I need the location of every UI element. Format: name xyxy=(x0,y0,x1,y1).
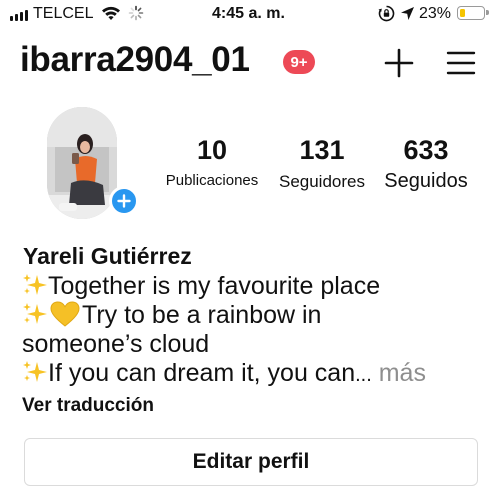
battery-percentage: 23% xyxy=(419,5,452,22)
status-time: 4:45 a. m. xyxy=(212,5,285,22)
wifi-icon xyxy=(102,6,120,20)
yellow-heart-icon xyxy=(50,301,80,327)
carrier-name: TELCEL xyxy=(33,5,94,22)
posts-label: Publicaciones xyxy=(165,172,259,189)
see-translation-link[interactable]: Ver traducción xyxy=(22,395,154,417)
profile-avatar[interactable] xyxy=(47,107,117,219)
bio-text: Together is my favourite place xyxy=(48,272,381,300)
following-count: 633 xyxy=(403,135,449,165)
profile-screen: TELCEL 4:45 a. m. 23% ibarra2904_01 9+ 1… xyxy=(0,0,500,500)
location-arrow-icon xyxy=(401,7,414,20)
activity-spinner-icon xyxy=(128,5,144,21)
bio-line: someone’s cloud xyxy=(22,330,210,358)
sparkles-icon xyxy=(23,274,47,295)
bio-text: Try to be a rainbow in xyxy=(82,301,322,329)
posts-stat[interactable]: 10 Publicaciones xyxy=(164,134,260,189)
bio-ellipsis: ... xyxy=(355,364,372,386)
signal-icon xyxy=(10,10,28,21)
bio-text: If you can dream it, you can xyxy=(48,359,356,387)
battery-level-fill xyxy=(459,8,465,17)
following-label: Seguidos xyxy=(384,170,468,192)
battery-icon xyxy=(457,6,489,20)
bio-more-link[interactable]: más xyxy=(372,359,426,387)
menu-icon[interactable] xyxy=(446,50,476,76)
bio-line: Together is my favourite place xyxy=(22,272,492,301)
profile-bio: Together is my favourite place Try to be… xyxy=(22,272,492,390)
orientation-lock-icon xyxy=(378,5,395,22)
followers-count: 131 xyxy=(299,135,345,165)
plus-icon xyxy=(117,194,131,208)
add-story-button[interactable] xyxy=(109,186,139,216)
notification-badge[interactable]: 9+ xyxy=(283,50,315,74)
sparkles-icon xyxy=(23,303,47,324)
avatar-photo xyxy=(47,107,117,219)
profile-full-name: Yareli Gutiérrez xyxy=(23,243,192,269)
posts-count: 10 xyxy=(196,135,228,165)
new-post-button[interactable] xyxy=(384,48,414,78)
followers-stat[interactable]: 131 Seguidores xyxy=(270,134,374,192)
bio-line: If you can dream it, you can... más xyxy=(22,359,492,390)
profile-username: ibarra2904_01 xyxy=(20,40,250,79)
status-bar: TELCEL 4:45 a. m. 23% xyxy=(0,0,500,30)
sparkles-icon xyxy=(23,361,47,382)
edit-profile-button[interactable]: Editar perfil xyxy=(24,438,478,486)
bio-line: Try to be a rainbow in xyxy=(22,301,492,330)
following-stat[interactable]: 633 Seguidos xyxy=(376,134,476,193)
followers-label: Seguidores xyxy=(278,172,365,191)
